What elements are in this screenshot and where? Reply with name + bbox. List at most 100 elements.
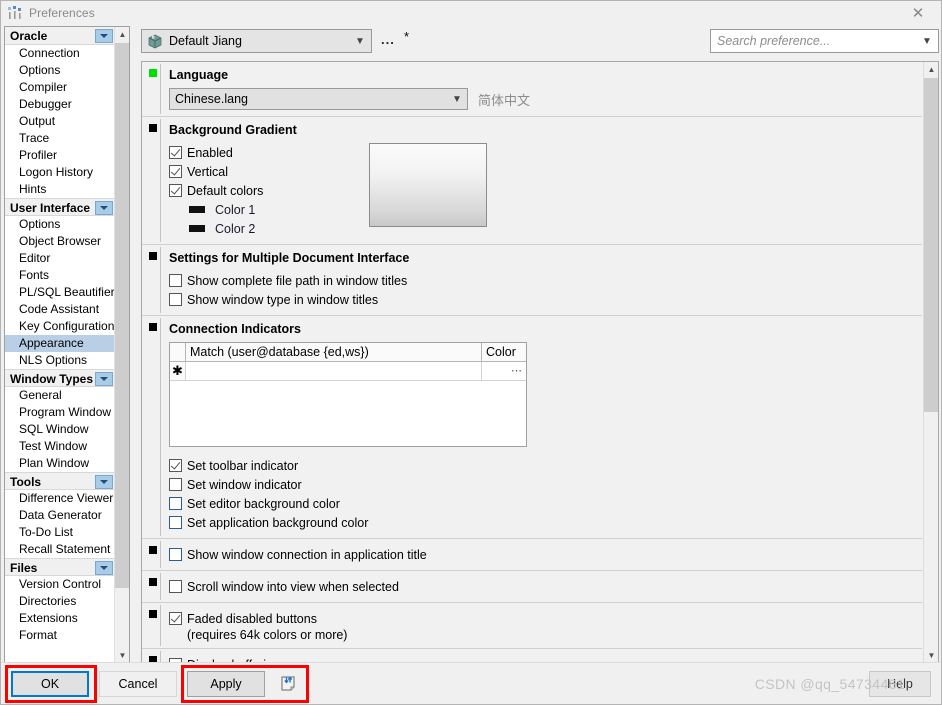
sidebar-item-debugger[interactable]: Debugger: [5, 96, 115, 113]
scroll-up-icon[interactable]: ▲: [924, 62, 938, 77]
checkbox-row-default-colors[interactable]: Default colors: [169, 181, 369, 200]
row-new-marker: ✱: [170, 362, 186, 381]
sidebar-item-data-generator[interactable]: Data Generator: [5, 507, 115, 524]
sidebar-item-trace[interactable]: Trace: [5, 130, 115, 147]
search-preference-box[interactable]: Search preference... ▼: [710, 29, 939, 53]
connection-indicators-table[interactable]: Match (user@database {ed,ws}) Color ✱ ⋯: [169, 342, 527, 447]
sidebar-item-code-assistant[interactable]: Code Assistant: [5, 301, 115, 318]
checkbox-row-scroll-window[interactable]: Scroll window into view when selected: [169, 577, 914, 596]
sidebar-item-nls-options[interactable]: NLS Options: [5, 352, 115, 369]
sidebar-item-sql-window[interactable]: SQL Window: [5, 421, 115, 438]
sidebar-group-files[interactable]: Files: [5, 558, 115, 576]
sidebar-item-recall-statement[interactable]: Recall Statement: [5, 541, 115, 558]
sidebar-item-directories[interactable]: Directories: [5, 593, 115, 610]
sidebar-item-logon-history[interactable]: Logon History: [5, 164, 115, 181]
section-mdi: Settings for Multiple Document Interface…: [142, 245, 922, 316]
sidebar-item-connection[interactable]: Connection: [5, 45, 115, 62]
close-icon[interactable]: ✕: [895, 1, 941, 25]
sidebar-item-profiler[interactable]: Profiler: [5, 147, 115, 164]
sidebar-item-version-control[interactable]: Version Control: [5, 576, 115, 593]
checkbox-row-set-window-indicator[interactable]: Set window indicator: [169, 475, 914, 494]
checkbox-enabled[interactable]: [169, 146, 182, 159]
checkbox-set-application-background-color[interactable]: [169, 516, 182, 529]
sidebar-item-output[interactable]: Output: [5, 113, 115, 130]
checkbox-row-vertical[interactable]: Vertical: [169, 162, 369, 181]
cancel-button[interactable]: Cancel: [99, 671, 177, 697]
checkbox-default-colors[interactable]: [169, 184, 182, 197]
chevron-down-icon[interactable]: ▼: [916, 36, 938, 47]
sidebar-group-tools[interactable]: Tools: [5, 472, 115, 490]
checkbox-set-toolbar-indicator[interactable]: [169, 459, 182, 472]
checkbox-show-complete-path[interactable]: [169, 274, 182, 287]
profile-more-button[interactable]: ...: [381, 32, 395, 47]
sidebar-item-options[interactable]: Options: [5, 62, 115, 79]
color-swatch-icon[interactable]: [189, 225, 205, 232]
checkbox-row-show-window-connection[interactable]: Show window connection in application ti…: [169, 545, 914, 564]
sidebar-item-to-do-list[interactable]: To-Do List: [5, 524, 115, 541]
sidebar-item-extensions[interactable]: Extensions: [5, 610, 115, 627]
checkbox-set-window-indicator[interactable]: [169, 478, 182, 491]
sidebar-item-program-window[interactable]: Program Window: [5, 404, 115, 421]
checkbox-row-enabled[interactable]: Enabled: [169, 143, 369, 162]
sidebar-item-compiler[interactable]: Compiler: [5, 79, 115, 96]
chevron-down-icon[interactable]: [95, 201, 113, 215]
sidebar-item-fonts[interactable]: Fonts: [5, 267, 115, 284]
checkbox-row-show-window-type[interactable]: Show window type in window titles: [169, 290, 914, 309]
checkbox-row-faded-buttons[interactable]: Faded disabled buttons: [169, 609, 914, 628]
chevron-down-icon[interactable]: ▼: [349, 30, 371, 52]
checkbox-show-window-connection[interactable]: [169, 548, 182, 561]
scroll-down-icon[interactable]: ▼: [115, 648, 129, 663]
import-settings-icon[interactable]: [276, 671, 302, 697]
sidebar-item-appearance[interactable]: Appearance: [5, 335, 115, 352]
chevron-down-icon[interactable]: [95, 561, 113, 575]
sidebar-item-difference-viewer[interactable]: Difference Viewer: [5, 490, 115, 507]
sidebar-group-label: Window Types: [10, 372, 94, 386]
checkbox-label: Default colors: [187, 183, 264, 198]
color-row-1[interactable]: Color 1: [169, 200, 369, 219]
sidebar-item-editor[interactable]: Editor: [5, 250, 115, 267]
ok-button[interactable]: OK: [11, 671, 89, 697]
content-scrollbar[interactable]: ▲ ▼: [923, 62, 938, 663]
row-color-cell[interactable]: ⋯: [482, 362, 526, 381]
sidebar-item-general[interactable]: General: [5, 387, 115, 404]
sidebar-scrollbar[interactable]: ▲ ▼: [114, 27, 129, 663]
language-select[interactable]: Chinese.lang ▼: [169, 88, 468, 110]
sidebar-item-pl-sql-beautifier[interactable]: PL/SQL Beautifier: [5, 284, 115, 301]
scroll-up-icon[interactable]: ▲: [115, 27, 129, 42]
sidebar-item-format[interactable]: Format: [5, 627, 115, 644]
checkbox-show-window-type[interactable]: [169, 293, 182, 306]
sidebar-item-object-browser[interactable]: Object Browser: [5, 233, 115, 250]
checkbox-set-editor-background-color[interactable]: [169, 497, 182, 510]
checkbox-row-set-editor-bg[interactable]: Set editor background color: [169, 494, 914, 513]
chevron-down-icon[interactable]: ▼: [447, 94, 467, 105]
chevron-down-icon[interactable]: [95, 475, 113, 489]
checkbox-faded-disabled-buttons[interactable]: [169, 612, 182, 625]
checkbox-label: Vertical: [187, 164, 228, 179]
checkbox-row-show-complete-path[interactable]: Show complete file path in window titles: [169, 271, 914, 290]
checkbox-row-set-app-bg[interactable]: Set application background color: [169, 513, 914, 532]
checkbox-vertical[interactable]: [169, 165, 182, 178]
table-row[interactable]: ✱ ⋯: [170, 362, 526, 381]
row-match-cell[interactable]: [186, 362, 482, 381]
scroll-down-icon[interactable]: ▼: [924, 648, 938, 663]
checkbox-label: Scroll window into view when selected: [187, 579, 399, 594]
content-scroll-thumb[interactable]: [924, 78, 938, 412]
sidebar-item-key-configuration[interactable]: Key Configuration: [5, 318, 115, 335]
sidebar-group-window-types[interactable]: Window Types: [5, 369, 115, 387]
sidebar-item-hints[interactable]: Hints: [5, 181, 115, 198]
sidebar-group-oracle[interactable]: Oracle: [5, 27, 115, 45]
gradient-preview: [369, 143, 487, 227]
sidebar-item-options[interactable]: Options: [5, 216, 115, 233]
sidebar-scroll-thumb[interactable]: [115, 43, 129, 588]
checkbox-scroll-window-into-view[interactable]: [169, 580, 182, 593]
sidebar-item-plan-window[interactable]: Plan Window: [5, 455, 115, 472]
checkbox-row-set-toolbar-indicator[interactable]: Set toolbar indicator: [169, 456, 914, 475]
sidebar-group-user-interface[interactable]: User Interface: [5, 198, 115, 216]
color-swatch-icon[interactable]: [189, 206, 205, 213]
color-row-2[interactable]: Color 2: [169, 219, 369, 238]
chevron-down-icon[interactable]: [95, 372, 113, 386]
apply-button[interactable]: Apply: [187, 671, 265, 697]
chevron-down-icon[interactable]: [95, 29, 113, 43]
profile-select[interactable]: Default Jiang ▼: [141, 29, 372, 53]
sidebar-item-test-window[interactable]: Test Window: [5, 438, 115, 455]
